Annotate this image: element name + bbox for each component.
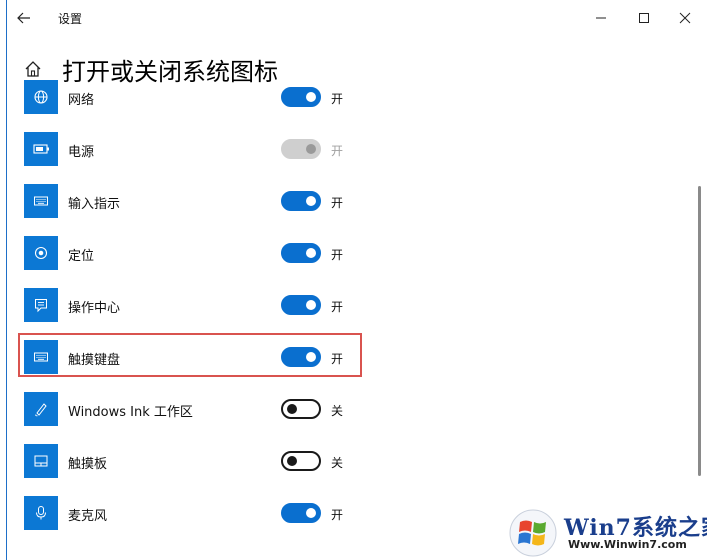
keyboard-icon (34, 196, 48, 206)
item-label: 定位 (68, 249, 95, 264)
toggle-state-text: 开 (331, 196, 344, 210)
location-icon (34, 246, 48, 260)
action-center-icon (35, 299, 47, 313)
item-icon-tile (24, 132, 58, 166)
item-icon-tile (24, 496, 58, 530)
item-label: 触摸板 (68, 457, 108, 472)
toggle-state-text: 关 (331, 404, 344, 418)
watermark: Win7系统之家 Www.Winwin7.com (508, 508, 707, 558)
windows-ink-toggle[interactable] (281, 399, 321, 419)
highlight-annotation-box (18, 333, 362, 377)
title-bar: 设置 (0, 0, 707, 36)
item-icon-tile (24, 288, 58, 322)
item-icon-tile (24, 236, 58, 270)
location-toggle[interactable] (281, 243, 321, 263)
list-item-action-center: 操作中心 开 (0, 280, 690, 332)
back-button[interactable] (12, 6, 36, 30)
item-icon-tile (24, 80, 58, 114)
item-label: 操作中心 (68, 301, 121, 316)
list-item-input-indicator: 输入指示 开 (0, 176, 690, 228)
window-title: 设置 (58, 12, 83, 26)
touchpad-toggle[interactable] (281, 451, 321, 471)
item-label: Windows Ink 工作区 (68, 405, 193, 420)
minimize-icon (596, 17, 606, 19)
microphone-icon (36, 506, 46, 520)
list-item-power: 电源 开 (0, 124, 690, 176)
item-icon-tile (24, 392, 58, 426)
power-toggle (281, 139, 321, 159)
toggle-state-text: 开 (331, 92, 344, 106)
input-indicator-toggle[interactable] (281, 191, 321, 211)
item-label: 输入指示 (68, 197, 121, 212)
item-label: 电源 (68, 145, 95, 160)
toggle-state-text: 关 (331, 456, 344, 470)
toggle-state-text: 开 (331, 144, 344, 158)
list-item-network: 网络 开 (0, 72, 690, 124)
pen-icon (35, 403, 47, 417)
system-icons-list: 网络 开 电源 开 输入指示 开 定位 开 操作中心 开 触摸键盘 开 Wind… (0, 72, 690, 560)
settings-window: 设置 打开或关闭系统图标 网络 开 电源 开 输入指示 开 定位 开 操作中心 … (0, 0, 707, 560)
action-center-toggle[interactable] (281, 295, 321, 315)
windows-logo-icon (509, 509, 557, 557)
touchpad-icon (34, 455, 48, 467)
network-toggle[interactable] (281, 87, 321, 107)
scrollbar[interactable] (698, 186, 701, 476)
close-icon (679, 12, 691, 24)
battery-icon (33, 144, 49, 154)
arrow-left-icon (17, 12, 30, 24)
item-label: 网络 (68, 93, 95, 108)
item-label: 麦克风 (68, 509, 108, 524)
list-item-touchpad: 触摸板 关 (0, 436, 690, 488)
maximize-button[interactable] (629, 6, 659, 30)
toggle-state-text: 开 (331, 248, 344, 262)
list-item-location: 定位 开 (0, 228, 690, 280)
minimize-button[interactable] (586, 6, 616, 30)
maximize-icon (639, 13, 649, 23)
globe-icon (34, 90, 48, 104)
item-icon-tile (24, 444, 58, 478)
watermark-url: Www.Winwin7.com (568, 538, 687, 551)
microphone-toggle[interactable] (281, 503, 321, 523)
toggle-state-text: 开 (331, 300, 344, 314)
close-button[interactable] (670, 6, 700, 30)
list-item-windows-ink: Windows Ink 工作区 关 (0, 384, 690, 436)
item-icon-tile (24, 184, 58, 218)
toggle-state-text: 开 (331, 508, 344, 522)
